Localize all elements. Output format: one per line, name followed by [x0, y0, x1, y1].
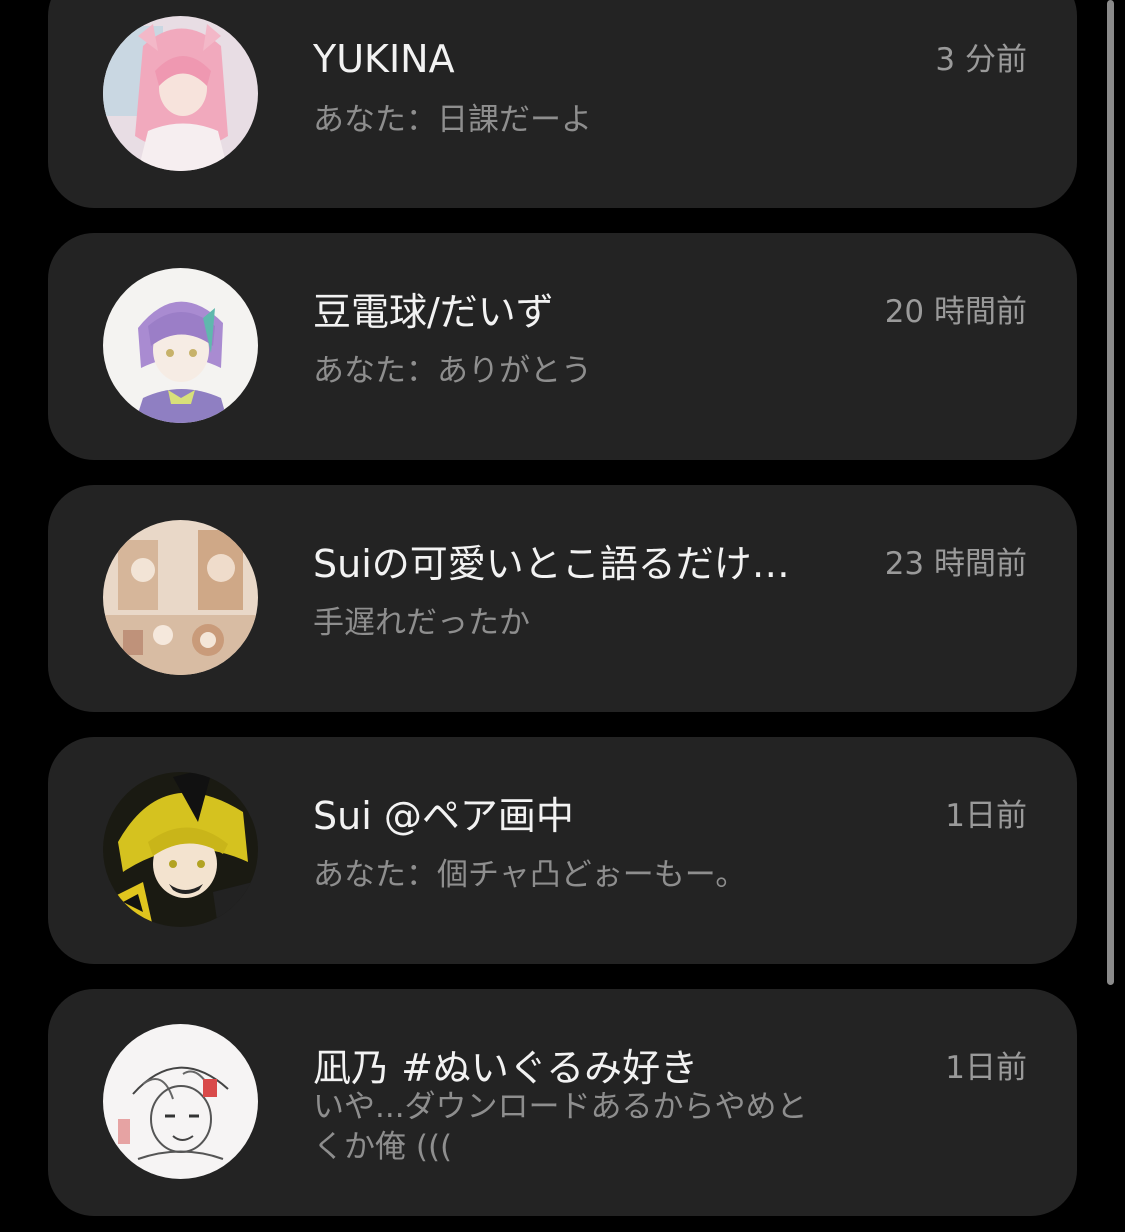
conversation-preview: あなた：日課だーよ	[313, 102, 592, 138]
avatar-purple-hair-icon	[103, 268, 258, 423]
conversation-time: 20 時間前	[884, 294, 1027, 330]
conversation-name: Suiの可愛いとこ語るだけ…	[313, 542, 790, 586]
conversation-name: 凪乃 #ぬいぐるみ好き	[313, 1046, 699, 1090]
avatar-pink-hair-icon	[103, 16, 258, 171]
conversation-item-sui-kawaii[interactable]: Suiの可愛いとこ語るだけ… 23 時間前 手遅れだったか	[48, 485, 1077, 712]
avatar-sketch-icon	[103, 1024, 258, 1179]
conversation-time: 23 時間前	[884, 546, 1027, 582]
conversation-name: 豆電球/だいず	[313, 290, 554, 334]
scrollbar[interactable]	[1107, 0, 1114, 985]
conversation-preview: あなた：ありがとう	[313, 353, 592, 389]
conversation-preview: あなた：個チャ凸どぉーもー。	[313, 857, 747, 893]
conversation-item-mamedenkyu[interactable]: 豆電球/だいず 20 時間前 あなた：ありがとう	[48, 233, 1077, 460]
conversation-time: 1日前	[945, 1050, 1027, 1086]
conversation-item-sui-pair[interactable]: Sui @ペア画中 1日前 あなた：個チャ凸どぉーもー。	[48, 737, 1077, 964]
conversation-name: Sui @ペア画中	[313, 794, 574, 838]
avatar-yellow-hair-icon	[103, 772, 258, 927]
conversation-time: 1日前	[945, 798, 1027, 834]
conversation-item-nagino[interactable]: 凪乃 #ぬいぐるみ好き 1日前 いや...ダウンロードあるからやめとくか俺 ((…	[48, 989, 1077, 1216]
conversation-preview: いや...ダウンロードあるからやめとくか俺 (((	[313, 1089, 808, 1165]
conversation-time: 3 分前	[935, 42, 1027, 78]
conversation-preview: 手遅れだったか	[313, 605, 530, 641]
conversation-item-yukina[interactable]: YUKINA 3 分前 あなた：日課だーよ	[48, 0, 1077, 208]
conversation-name: YUKINA	[313, 37, 455, 81]
avatar-room-scene-icon	[103, 520, 258, 675]
